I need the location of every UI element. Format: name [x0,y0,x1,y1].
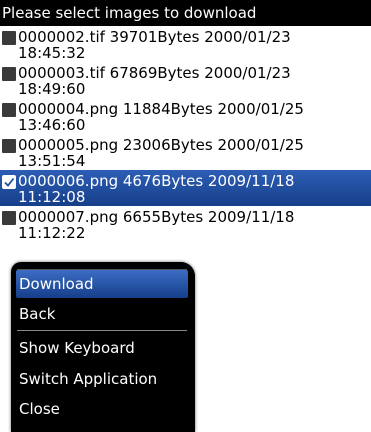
context-menu: Download Back Show Keyboard Switch Appli… [11,262,195,432]
checkbox-unchecked-icon[interactable] [2,211,16,225]
menu-divider [17,330,187,331]
file-item-details: 0000002.tif 39701Bytes 2000/01/23 [18,28,291,46]
file-item-details: 0000007.png 6655Bytes 2009/11/18 [18,208,295,226]
file-item[interactable]: 0000007.png 6655Bytes 2009/11/18 11:12:2… [0,206,371,242]
file-item-time: 13:46:60 [18,116,86,134]
checkmark-icon [4,177,15,187]
screen-title: Please select images to download [0,0,371,26]
file-item-details: 0000004.png 11884Bytes 2000/01/25 [18,100,304,118]
file-item-time: 11:12:08 [18,188,86,206]
menu-item-download[interactable]: Download [16,270,188,298]
file-item-time: 11:12:22 [18,224,86,242]
file-item-details: 0000003.tif 67869Bytes 2000/01/23 [18,64,291,82]
file-item-details: 0000006.png 4676Bytes 2009/11/18 [18,172,295,190]
file-item-time: 13:51:54 [18,152,86,170]
file-item[interactable]: 0000004.png 11884Bytes 2000/01/25 13:46:… [0,98,371,134]
file-item-selected[interactable]: 0000006.png 4676Bytes 2009/11/18 11:12:0… [0,170,371,206]
file-list: 0000002.tif 39701Bytes 2000/01/23 18:45:… [0,26,371,242]
file-item[interactable]: 0000002.tif 39701Bytes 2000/01/23 18:45:… [0,26,371,62]
file-item-time: 18:49:60 [18,80,86,98]
menu-item-close[interactable]: Close [16,395,188,423]
checkbox-unchecked-icon[interactable] [2,31,16,45]
menu-item-show-keyboard[interactable]: Show Keyboard [16,334,188,362]
checkbox-unchecked-icon[interactable] [2,139,16,153]
checkbox-unchecked-icon[interactable] [2,103,16,117]
file-item-details: 0000005.png 23006Bytes 2000/01/25 [18,136,304,154]
checkbox-checked-icon[interactable] [2,175,16,189]
file-item-time: 18:45:32 [18,44,86,62]
menu-item-switch-application[interactable]: Switch Application [16,365,188,393]
checkbox-unchecked-icon[interactable] [2,67,16,81]
file-item[interactable]: 0000003.tif 67869Bytes 2000/01/23 18:49:… [0,62,371,98]
file-item[interactable]: 0000005.png 23006Bytes 2000/01/25 13:51:… [0,134,371,170]
menu-item-back[interactable]: Back [16,300,188,328]
